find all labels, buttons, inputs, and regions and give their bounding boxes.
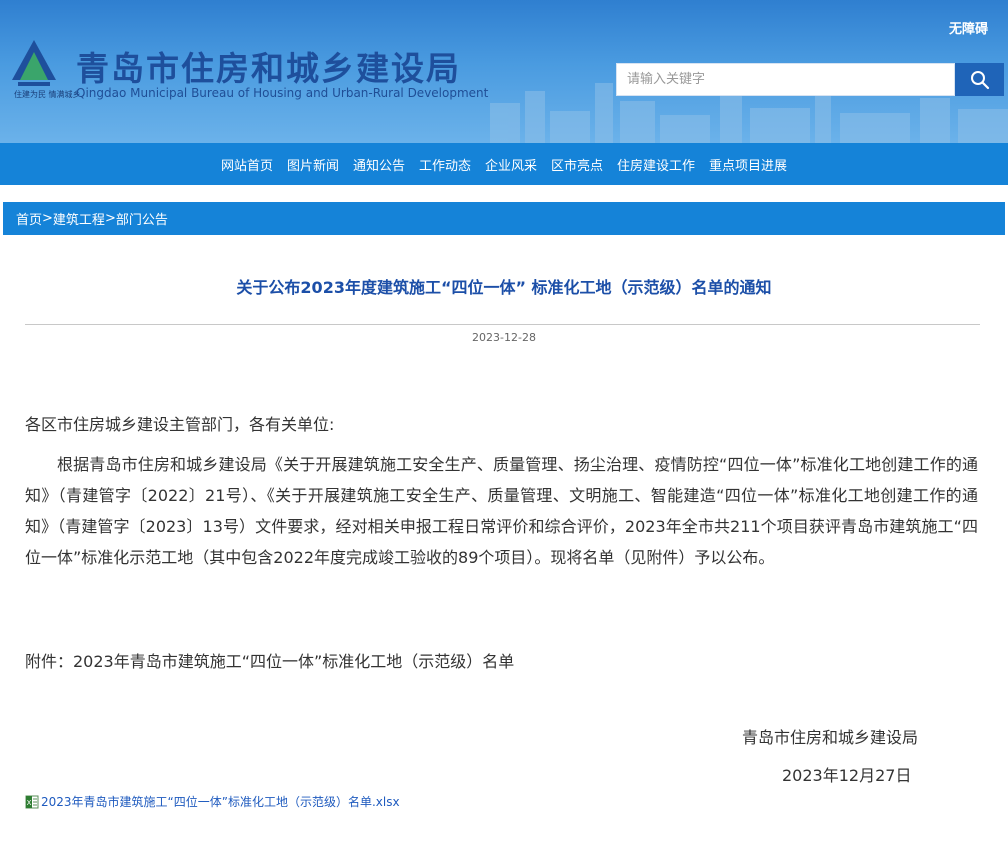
attachment-download-link[interactable]: X 2023年青岛市建筑施工“四位一体”标准化工地（示范级）名单.xlsx [25,793,400,810]
site-title-english: Qingdao Municipal Bureau of Housing and … [76,86,489,100]
breadcrumb-section-link[interactable]: 部门公告 [116,209,168,228]
nav-item-enterprise[interactable]: 企业风采 [478,155,544,174]
search-input[interactable] [617,64,954,95]
breadcrumb-separator: > [104,211,116,226]
accessibility-link[interactable]: 无障碍 [949,18,988,37]
search-icon [970,70,989,89]
article-body: 根据青岛市住房和城乡建设局《关于开展建筑施工安全生产、质量管理、扬尘治理、疫情防… [25,455,978,567]
article-title: 关于公布2023年度建筑施工“四位一体” 标准化工地（示范级）名单的通知 [236,278,772,297]
nav-item-home[interactable]: 网站首页 [214,155,280,174]
nav-item-district-highlights[interactable]: 区市亮点 [544,155,610,174]
site-header: 无障碍 青岛市住房和城乡建设局 住建为民 情满城乡 Qingdao Munici… [0,0,1008,143]
nav-item-housing-construction[interactable]: 住房建设工作 [610,155,702,174]
site-title: 青岛市住房和城乡建设局 [76,49,461,88]
main-nav: 网站首页 图片新闻 通知公告 工作动态 企业风采 区市亮点 住房建设工作 重点项… [0,143,1008,185]
search-button[interactable] [955,63,1004,96]
publish-date: 2023-12-28 [472,331,536,344]
signature-date: 2023年12月27日 [782,766,912,785]
breadcrumb-home-link[interactable]: 首页 [16,209,42,228]
nav-item-photo-news[interactable]: 图片新闻 [280,155,346,174]
attachment-note: 附件：2023年青岛市建筑施工“四位一体”标准化工地（示范级）名单 [25,652,515,671]
site-slogan: 住建为民 情满城乡 [14,90,81,99]
nav-item-notices[interactable]: 通知公告 [346,155,412,174]
breadcrumb-separator: > [42,211,53,226]
excel-file-icon: X [25,795,39,808]
nav-item-work-news[interactable]: 工作动态 [412,155,478,174]
issuer-signature: 青岛市住房和城乡建设局 [742,728,919,747]
attachment-filename[interactable]: 2023年青岛市建筑施工“四位一体”标准化工地（示范级）名单.xlsx [41,793,400,810]
search-box [616,63,955,96]
svg-text:X: X [27,799,32,807]
breadcrumb-category-link[interactable]: 建筑工程 [53,209,105,228]
title-divider [25,324,980,325]
breadcrumb: 首页 > 建筑工程 > 部门公告 [3,202,1005,235]
article-salutation: 各区市住房城乡建设主管部门，各有关单位: [25,415,335,434]
nav-item-key-projects[interactable]: 重点项目进展 [702,155,794,174]
